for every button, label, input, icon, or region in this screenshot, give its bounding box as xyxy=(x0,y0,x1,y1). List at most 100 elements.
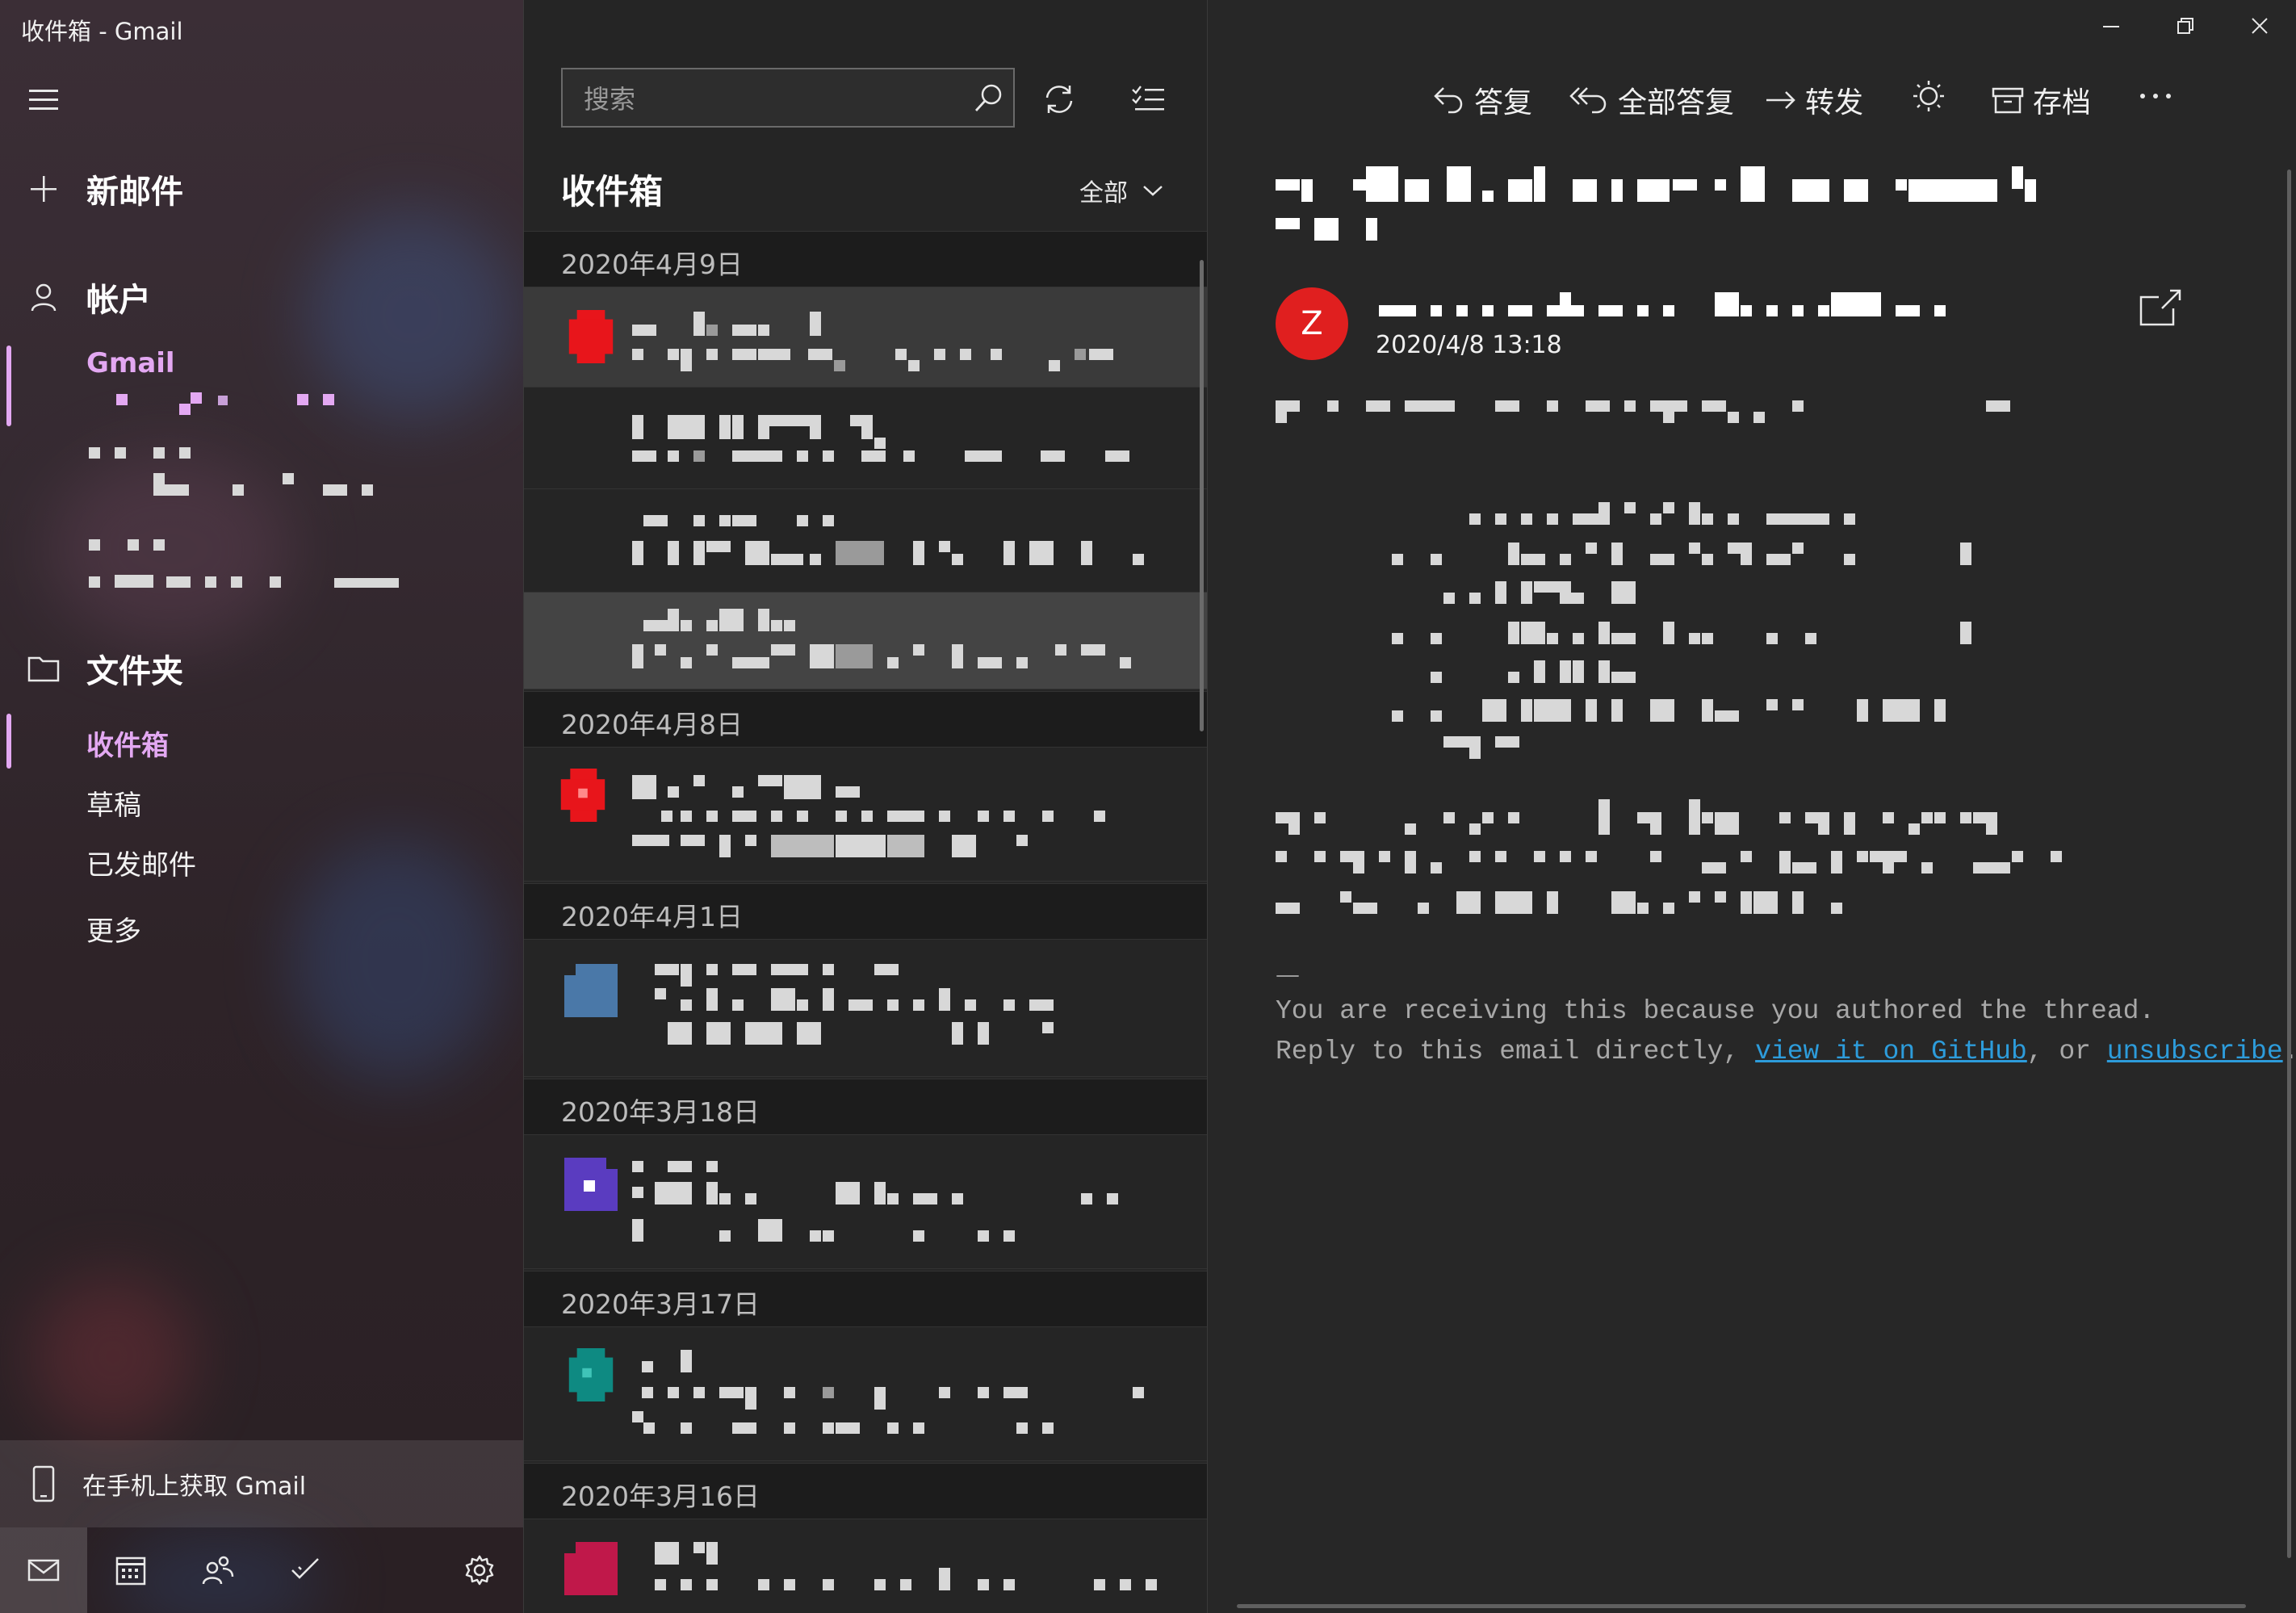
minimize-button[interactable] xyxy=(2075,0,2147,52)
sync-button[interactable] xyxy=(1037,78,1081,121)
restore-icon xyxy=(2177,18,2193,34)
sender-avatar xyxy=(560,769,605,822)
search-box[interactable]: 搜索 xyxy=(561,68,1015,128)
close-button[interactable] xyxy=(2223,0,2296,52)
message-item[interactable] xyxy=(524,388,1207,489)
open-in-new-window-button[interactable] xyxy=(2138,287,2183,331)
filter-dropdown[interactable]: 全部 xyxy=(1079,173,1163,208)
list-title: 收件箱 xyxy=(561,172,664,212)
message-list-pane: 搜索 收件箱 全部 2020年4月9日 2020年4月8日 2020年4月1日 … xyxy=(523,0,1208,1613)
date-group-header: 2020年4月8日 xyxy=(524,691,1207,748)
footer-reply-prefix: Reply to this email directly, xyxy=(1276,1037,1756,1066)
folder-selection-indicator xyxy=(6,714,11,769)
todo-tab[interactable] xyxy=(262,1527,349,1613)
calendar-icon xyxy=(115,1556,146,1586)
message-item[interactable] xyxy=(524,287,1207,388)
date-group-label: 2020年4月1日 xyxy=(561,901,743,932)
sender-avatar xyxy=(564,1158,618,1211)
person-icon xyxy=(31,283,57,312)
footer-notice: You are receiving this because you autho… xyxy=(1276,996,2156,1026)
reading-pane-horizontal-scrollbar[interactable] xyxy=(1237,1604,2246,1608)
minimize-icon xyxy=(2103,26,2119,27)
message-item[interactable] xyxy=(524,593,1207,689)
account-selection-indicator xyxy=(6,346,11,426)
more-actions-button[interactable] xyxy=(2138,79,2173,113)
gear-icon xyxy=(465,1555,494,1586)
search-input[interactable]: 搜索 xyxy=(584,79,965,116)
date-group-header: 2020年4月9日 xyxy=(524,231,1207,287)
new-mail-button[interactable]: 新邮件 xyxy=(0,166,523,212)
date-group-label: 2020年3月16日 xyxy=(561,1481,760,1512)
search-button[interactable] xyxy=(965,82,1013,114)
message-item[interactable] xyxy=(524,1327,1207,1461)
people-icon xyxy=(202,1556,234,1585)
reply-button[interactable]: 答复 xyxy=(1432,79,1532,121)
mail-app: 收件箱 - Gmail 新邮件 帐户 Gmail 文件夹 收件箱 草稿 已发邮件… xyxy=(0,0,2296,1613)
message-item[interactable] xyxy=(524,1519,1207,1613)
date-group-header: 2020年3月18日 xyxy=(524,1079,1207,1135)
brightness-toggle-button[interactable] xyxy=(1912,79,1946,113)
unsubscribe-link[interactable]: unsubscribe xyxy=(2107,1037,2283,1066)
message-item[interactable] xyxy=(524,748,1207,882)
accounts-label: 帐户 xyxy=(86,282,151,319)
message-item[interactable] xyxy=(524,489,1207,593)
people-tab[interactable] xyxy=(174,1527,262,1613)
folders-header[interactable]: 文件夹 xyxy=(0,646,523,691)
footer-mid-text: , or xyxy=(2026,1037,2107,1066)
mail-tab[interactable] xyxy=(0,1527,87,1613)
sender-avatar xyxy=(564,964,618,1017)
sender-avatar xyxy=(568,310,614,363)
search-icon xyxy=(974,84,1002,111)
reply-all-label: 全部答复 xyxy=(1618,86,1735,119)
view-on-github-link[interactable]: view it on GitHub xyxy=(1755,1037,2027,1066)
ellipsis-icon xyxy=(2140,94,2171,98)
reading-pane-vertical-scrollbar[interactable] xyxy=(2287,170,2291,1558)
popout-icon xyxy=(2139,289,2181,326)
folder-inbox[interactable]: 收件箱 xyxy=(86,723,169,763)
archive-label: 存档 xyxy=(2033,86,2092,119)
sender-avatar xyxy=(564,1542,618,1595)
reply-all-button[interactable]: 全部答复 xyxy=(1569,79,1734,121)
folder-sent[interactable]: 已发邮件 xyxy=(86,843,196,882)
plus-icon xyxy=(31,176,57,202)
new-mail-label: 新邮件 xyxy=(86,174,183,211)
get-mobile-app-label: 在手机上获取 Gmail xyxy=(82,1473,307,1501)
sent-date: 2020/4/8 13:18 xyxy=(1376,331,1562,359)
list-scrollbar[interactable] xyxy=(1200,260,1204,731)
message-item[interactable] xyxy=(524,1135,1207,1269)
get-mobile-app-link[interactable]: 在手机上获取 Gmail xyxy=(0,1440,523,1527)
date-group-label: 2020年3月17日 xyxy=(561,1288,760,1320)
folders-label: 文件夹 xyxy=(86,653,183,690)
accounts-header[interactable]: 帐户 xyxy=(0,274,523,320)
sender-avatar[interactable]: Z xyxy=(1276,287,1348,360)
reading-pane: 答复 全部答复 转发 存档 Z 2020/4/8 13:18 — You are… xyxy=(1208,0,2296,1613)
sun-icon xyxy=(1913,81,1944,111)
arrow-right-icon xyxy=(1766,91,1795,109)
checklist-icon xyxy=(1132,86,1164,111)
sender-avatar xyxy=(568,1348,614,1401)
reply-icon xyxy=(1434,87,1463,114)
checkmark-icon xyxy=(291,1558,319,1579)
hamburger-icon xyxy=(29,90,58,110)
date-group-header: 2020年3月17日 xyxy=(524,1271,1207,1327)
reply-all-icon xyxy=(1569,87,1607,114)
date-group-label: 2020年4月9日 xyxy=(561,249,743,280)
calendar-tab[interactable] xyxy=(87,1527,174,1613)
date-group-label: 2020年4月8日 xyxy=(561,709,743,740)
folder-more[interactable]: 更多 xyxy=(86,909,141,949)
reply-label: 答复 xyxy=(1474,86,1533,119)
folder-drafts[interactable]: 草稿 xyxy=(86,783,141,823)
app-switcher-bar xyxy=(0,1527,523,1613)
chevron-down-icon xyxy=(1143,186,1163,196)
restore-button[interactable] xyxy=(2149,0,2222,52)
phone-icon xyxy=(32,1465,55,1502)
selection-mode-button[interactable] xyxy=(1126,78,1170,121)
archive-button[interactable]: 存档 xyxy=(1991,79,2091,121)
signature-separator: — xyxy=(1276,961,1300,989)
forward-button[interactable]: 转发 xyxy=(1763,79,1863,121)
account-name[interactable]: Gmail xyxy=(86,347,175,379)
hamburger-menu-button[interactable] xyxy=(21,78,66,123)
sync-icon xyxy=(1045,86,1073,113)
message-item[interactable] xyxy=(524,940,1207,1077)
settings-button[interactable] xyxy=(436,1527,523,1613)
